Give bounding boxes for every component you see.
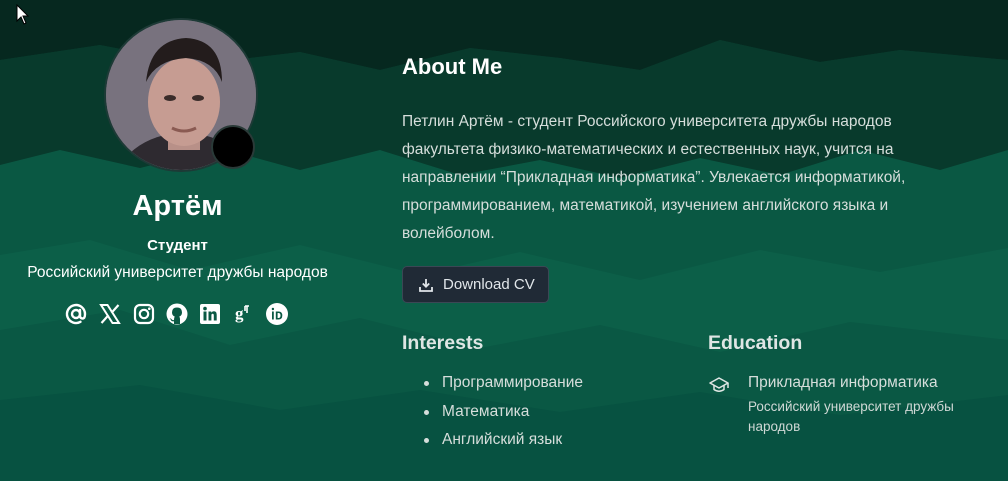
profile-card: Артём Студент Российский университет дру… — [0, 0, 355, 481]
bullet-icon — [424, 438, 429, 443]
education-degree: Прикладная информатика — [748, 374, 938, 391]
interests-title: Interests — [402, 332, 484, 354]
google-scholar-icon[interactable]: g — [231, 302, 255, 326]
at-sign-icon[interactable] — [64, 302, 88, 326]
about-text: Петлин Артём - студент Российского униве… — [402, 113, 906, 242]
orcid-icon[interactable] — [265, 302, 289, 326]
graduation-cap-icon — [709, 377, 729, 392]
interest-label: Математика — [442, 403, 530, 420]
instagram-icon[interactable] — [132, 302, 156, 326]
interest-label: Программирование — [442, 374, 584, 391]
download-icon — [419, 279, 433, 292]
interest-label: Английский язык — [442, 431, 563, 448]
x-twitter-icon[interactable] — [98, 302, 122, 326]
download-cv-button[interactable]: Download CV — [402, 266, 549, 303]
svg-text:g: g — [235, 304, 244, 323]
profile-role: Студент — [147, 237, 208, 254]
education-institution: Российский университет дружбы народов — [748, 399, 954, 434]
about-title: About Me — [402, 54, 503, 79]
avatar-container — [104, 18, 258, 172]
education-title: Education — [708, 332, 803, 354]
profile-name: Артём — [132, 190, 223, 222]
download-cv-label: Download CV — [443, 276, 535, 293]
social-links: g — [64, 302, 294, 328]
bullet-icon — [424, 410, 429, 415]
status-indicator — [211, 125, 255, 169]
profile-organization: Российский университет дружбы народов — [27, 264, 328, 281]
bullet-icon — [424, 381, 429, 386]
github-icon[interactable] — [165, 302, 189, 326]
page: Артём Студент Российский университет дру… — [0, 0, 1008, 481]
linkedin-icon[interactable] — [198, 302, 222, 326]
